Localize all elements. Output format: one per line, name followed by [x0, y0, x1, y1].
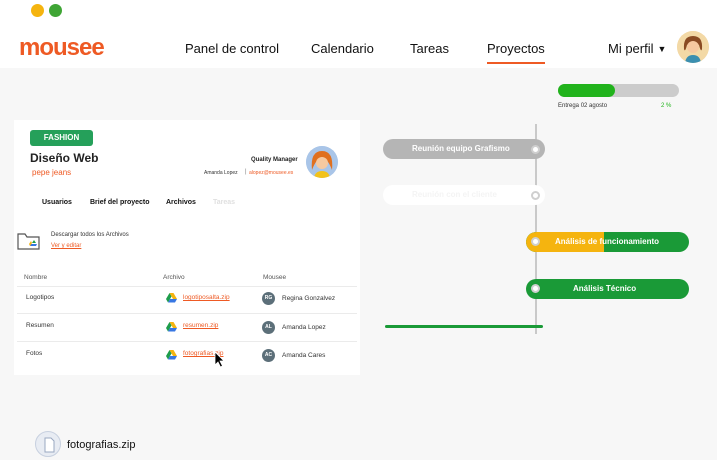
row-person-name: Regina Gonzalvez	[282, 295, 336, 302]
row-name: Fotos	[26, 350, 43, 357]
timeline-node-label: Reunión equipo Grafismo	[412, 144, 510, 153]
col-header-nombre: Nombre	[24, 274, 48, 281]
delivery-label-prefix: Entrega	[558, 103, 580, 109]
manager-avatar-illustration	[306, 146, 338, 178]
tab-tareas[interactable]: Tareas	[213, 199, 235, 206]
nav-panel-de-control[interactable]: Panel de control	[185, 41, 279, 56]
col-header-archivo: Archivo	[163, 274, 185, 281]
manager-avatar	[306, 146, 338, 178]
project-title: Diseño Web	[30, 151, 99, 165]
timeline-marker	[531, 237, 540, 246]
timeline-node-analisis-tecnico[interactable]: Análisis Técnico	[526, 279, 689, 299]
project-card: FASHION Diseño Web pepe jeans Quality Ma…	[14, 120, 360, 375]
profile-label: Mi perfil	[608, 41, 654, 56]
timeline-marker	[531, 145, 540, 154]
delivery-progress-bar	[558, 84, 679, 97]
project-tag: FASHION	[30, 130, 93, 146]
timeline-node-label: Análisis de funcionamiento	[555, 237, 660, 246]
timeline-node-reunion-grafismo[interactable]: Reunión equipo Grafismo	[383, 139, 545, 159]
folder-icon[interactable]	[17, 231, 41, 251]
row-person-initials: AC	[262, 349, 275, 362]
col-header-mousee: Mousee	[263, 274, 287, 281]
tab-archivos[interactable]: Archivos	[166, 199, 196, 206]
delivery-percent: 2 %	[661, 103, 672, 109]
delivery-progress-fill	[558, 84, 615, 97]
avatar-illustration	[677, 31, 709, 63]
timeline-node-analisis-funcionamiento[interactable]: Análisis de funcionamiento	[526, 232, 689, 252]
timeline-node-label: Reunión con el cliente	[412, 190, 497, 199]
document-icon	[44, 437, 55, 453]
delivery-label: Entrega 02 agosto	[558, 103, 607, 109]
manager-name: Amanda Lopez	[204, 170, 238, 176]
user-avatar[interactable]	[677, 31, 709, 63]
timeline-node-reunion-cliente[interactable]: Reunión con el cliente	[383, 185, 545, 205]
tab-usuarios[interactable]: Usuarios	[42, 199, 72, 206]
window-titlebar	[0, 0, 717, 24]
row-person-name: Amanda Lopez	[282, 324, 326, 331]
project-client: pepe jeans	[32, 168, 72, 177]
row-person-name: Amanda Cares	[282, 352, 326, 359]
row-person-initials: RG	[262, 292, 275, 305]
nav-proyectos[interactable]: Proyectos	[487, 41, 545, 64]
maximize-button[interactable]	[49, 4, 62, 17]
tab-brief[interactable]: Brief del proyecto	[90, 199, 150, 206]
file-icon[interactable]	[35, 431, 61, 457]
top-navbar: mousee Panel de control Calendario Tarea…	[0, 24, 717, 68]
timeline-green-bar	[385, 325, 543, 328]
timeline-marker	[531, 191, 540, 200]
row-divider	[17, 313, 357, 314]
row-name: Resumen	[26, 322, 54, 329]
download-all-text: Descargar todos los Archivos	[51, 232, 129, 238]
view-edit-link[interactable]: Ver y editar	[51, 243, 81, 249]
minimize-button[interactable]	[31, 4, 44, 17]
google-drive-icon	[166, 322, 177, 332]
chevron-down-icon: ▼	[657, 44, 667, 54]
profile-menu[interactable]: Mi perfil ▼	[608, 41, 666, 56]
google-drive-icon	[166, 293, 177, 303]
row-file-link[interactable]: logotiposalta.zip	[183, 294, 230, 301]
nav-tareas[interactable]: Tareas	[410, 41, 449, 56]
logo[interactable]: mousee	[19, 34, 105, 62]
delivery-date: 02 agosto	[580, 103, 608, 109]
manager-email[interactable]: alopez@mousee.es	[249, 170, 293, 176]
google-drive-icon	[166, 350, 177, 360]
mouse-cursor-icon	[214, 351, 225, 368]
row-name: Logotipos	[26, 294, 55, 301]
row-file-link[interactable]: resumen.zip	[183, 322, 218, 329]
manager-separator: |	[245, 169, 247, 175]
downloaded-file-name[interactable]: fotografias.zip	[67, 439, 135, 451]
row-person-initials: AL	[262, 321, 275, 334]
row-divider	[17, 341, 357, 342]
manager-role: Quality Manager	[251, 157, 298, 163]
nav-calendario[interactable]: Calendario	[311, 41, 374, 56]
timeline-marker	[531, 284, 540, 293]
row-divider	[17, 286, 357, 287]
timeline-node-label: Análisis Técnico	[573, 284, 637, 293]
